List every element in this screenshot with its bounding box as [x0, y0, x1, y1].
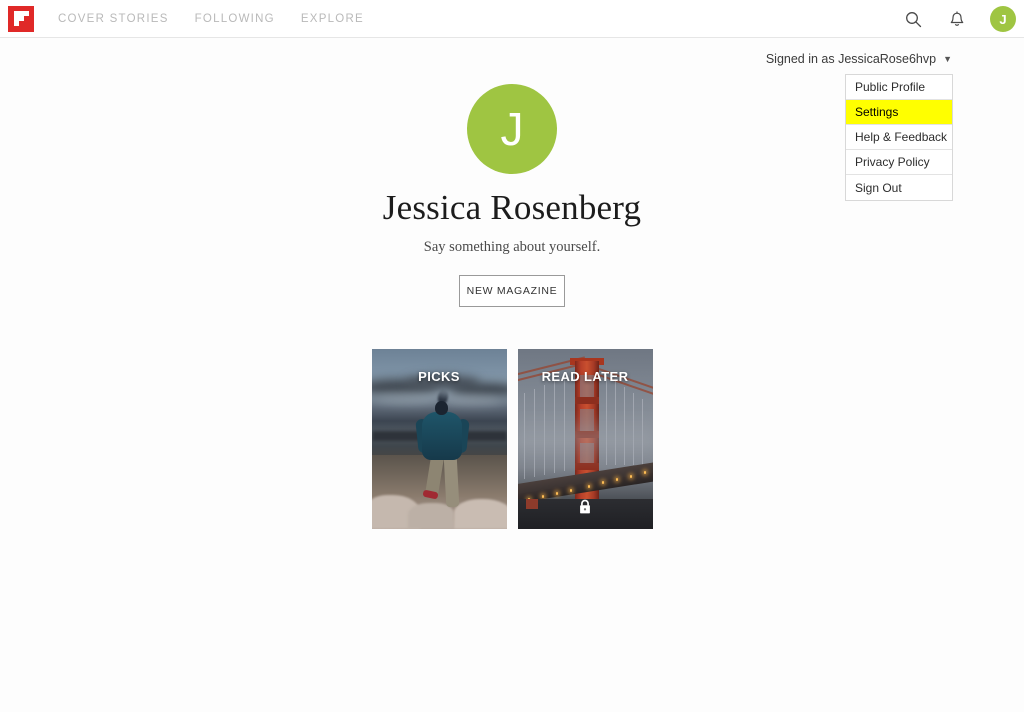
bell-icon[interactable]	[946, 8, 968, 30]
profile-name: Jessica Rosenberg	[382, 188, 642, 227]
hiker-leg-right	[443, 454, 459, 508]
magazine-card-read-later[interactable]: READ LATER	[517, 349, 653, 529]
top-header: COVER STORIES FOLLOWING EXPLORE J	[0, 0, 1024, 38]
nav-explore[interactable]: EXPLORE	[301, 13, 364, 25]
magazine-title-read-later: READ LATER	[541, 369, 629, 384]
header-avatar[interactable]: J	[990, 6, 1016, 32]
magazine-card-picks[interactable]: PICKS	[371, 349, 507, 529]
main-nav: COVER STORIES FOLLOWING EXPLORE	[58, 13, 364, 25]
profile-description[interactable]: Say something about yourself.	[424, 239, 600, 256]
menu-item-sign-out[interactable]: Sign Out	[846, 175, 952, 200]
new-magazine-button[interactable]: NEW MAGAZINE	[459, 275, 565, 307]
account-dropdown-menu: Public Profile Settings Help & Feedback …	[845, 74, 953, 201]
lock-icon	[579, 499, 592, 519]
hiker-jacket	[421, 412, 462, 460]
flipboard-logo-icon	[13, 11, 29, 26]
magazine-title-picks: PICKS	[418, 369, 460, 384]
header-actions: J	[902, 0, 1016, 38]
signed-in-row[interactable]: Signed in as JessicaRose6hvp ▼	[766, 52, 952, 66]
chevron-down-icon: ▼	[943, 53, 952, 64]
search-glyph	[905, 11, 921, 27]
magazine-grid: PICKS READ LATER	[0, 349, 1024, 529]
flipboard-logo[interactable]	[8, 5, 34, 32]
nav-following[interactable]: FOLLOWING	[195, 13, 275, 25]
hiker-head	[434, 401, 448, 415]
search-icon[interactable]	[902, 8, 924, 30]
nav-cover-stories[interactable]: COVER STORIES	[58, 13, 169, 25]
menu-item-settings[interactable]: Settings	[846, 100, 952, 125]
menu-item-public-profile[interactable]: Public Profile	[846, 75, 952, 100]
signed-in-label: Signed in as JessicaRose6hvp	[765, 52, 937, 66]
menu-item-help-feedback[interactable]: Help & Feedback	[846, 125, 952, 150]
profile-avatar[interactable]: J	[467, 84, 557, 174]
lock-glyph	[580, 499, 590, 514]
menu-item-privacy-policy[interactable]: Privacy Policy	[846, 150, 952, 175]
bell-glyph	[950, 10, 964, 26]
